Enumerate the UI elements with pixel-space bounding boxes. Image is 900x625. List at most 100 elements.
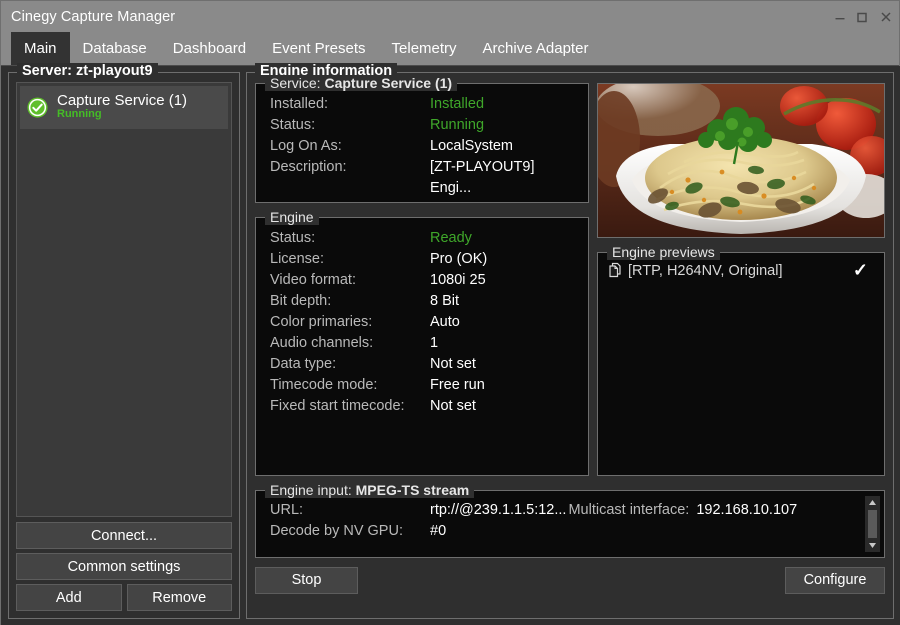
value-audio-channels: 1 — [430, 333, 438, 354]
value-timecode-mode: Free run — [430, 375, 485, 396]
value-url: rtp://@239.1.1.5:12... — [430, 500, 566, 521]
tab-dashboard[interactable]: Dashboard — [160, 32, 259, 65]
service-text: Capture Service (1) Running — [57, 93, 187, 120]
value-license: Pro (OK) — [430, 249, 487, 270]
value-engine-status: Ready — [430, 228, 472, 249]
engine-information-panel: Engine information Service: Capture Serv… — [246, 72, 894, 619]
row-installed: Installed: Installed — [270, 94, 576, 115]
video-preview-frame — [598, 84, 884, 237]
window-controls — [829, 1, 899, 32]
label-multicast-interface: Multicast interface: — [568, 500, 689, 521]
tab-bar: Main Database Dashboard Event Presets Te… — [1, 32, 899, 66]
server-panel: Server: zt-playout9 Capture Service (1) … — [8, 72, 240, 619]
copy-pages-icon — [608, 262, 623, 279]
label-decode-gpu: Decode by NV GPU: — [270, 521, 430, 542]
preview-label: [RTP, H264NV, Original] — [628, 263, 853, 279]
service-list[interactable]: Capture Service (1) Running — [16, 82, 232, 517]
engine-input-title-prefix: Engine input: — [270, 482, 356, 498]
engine-media-column: Engine previews [RTP, H264NV, Original] — [597, 83, 885, 476]
service-name: Capture Service (1) — [57, 93, 187, 109]
service-group-rows: Installed: Installed Status: Running Log… — [256, 84, 588, 209]
engine-input-title-value: MPEG-TS stream — [356, 482, 470, 498]
common-settings-button[interactable]: Common settings — [16, 553, 232, 580]
row-timecode-mode: Timecode mode: Free run — [270, 375, 576, 396]
label-status: Status: — [270, 115, 430, 136]
value-fixed-start-timecode: Not set — [430, 396, 476, 417]
engine-input-scrollbar[interactable] — [865, 496, 880, 552]
video-preview[interactable] — [597, 83, 885, 238]
tab-telemetry[interactable]: Telemetry — [379, 32, 470, 65]
service-group-title: Service: Capture Service (1) — [265, 75, 457, 91]
label-data-type: Data type: — [270, 354, 430, 375]
app-window: Cinegy Capture Manager Main Database Das… — [0, 0, 900, 625]
stop-button[interactable]: Stop — [255, 567, 358, 594]
engine-action-bar: Stop Configure — [255, 566, 885, 594]
title-bar: Cinegy Capture Manager — [1, 1, 899, 32]
service-group-title-value: Capture Service (1) — [324, 75, 452, 91]
row-engine-status: Status: Ready — [270, 228, 576, 249]
row-status: Status: Running — [270, 115, 576, 136]
engine-top-row: Service: Capture Service (1) Installed: … — [255, 83, 885, 476]
engine-group-title: Engine — [265, 209, 319, 225]
minimize-icon[interactable] — [829, 1, 851, 32]
label-description: Description: — [270, 157, 430, 199]
label-engine-status: Status: — [270, 228, 430, 249]
value-installed: Installed — [430, 94, 484, 115]
label-url: URL: — [270, 500, 430, 521]
engine-previews-group: Engine previews [RTP, H264NV, Original] — [597, 252, 885, 476]
value-bit-depth: 8 Bit — [430, 291, 459, 312]
tab-database[interactable]: Database — [70, 32, 160, 65]
service-status: Running — [57, 109, 187, 121]
value-color-primaries: Auto — [430, 312, 460, 333]
value-multicast-interface: 192.168.10.107 — [696, 500, 797, 521]
add-button[interactable]: Add — [16, 584, 122, 611]
check-circle-icon — [26, 96, 49, 119]
scrollbar-thumb[interactable] — [868, 510, 877, 538]
check-icon: ✓ — [853, 260, 868, 281]
engine-group-rows: Status: Ready License: Pro (OK) Video fo… — [256, 218, 588, 427]
configure-button[interactable]: Configure — [785, 567, 885, 594]
engine-info-column: Service: Capture Service (1) Installed: … — [255, 83, 589, 476]
add-remove-row: Add Remove — [16, 584, 232, 611]
row-video-format: Video format: 1080i 25 — [270, 270, 576, 291]
window-title: Cinegy Capture Manager — [11, 9, 829, 25]
label-video-format: Video format: — [270, 270, 430, 291]
service-group-title-prefix: Service: — [270, 75, 324, 91]
connect-button[interactable]: Connect... — [16, 522, 232, 549]
value-decode-gpu: #0 — [430, 521, 446, 542]
value-status: Running — [430, 115, 484, 136]
engine-group: Engine Status: Ready License: Pro (OK) — [255, 217, 589, 476]
row-description: Description: [ZT-PLAYOUT9] Engi... — [270, 157, 576, 199]
label-color-primaries: Color primaries: — [270, 312, 430, 333]
row-fixed-start-timecode: Fixed start timecode: Not set — [270, 396, 576, 417]
scroll-up-arrow[interactable] — [865, 496, 880, 509]
value-log-on-as: LocalSystem — [430, 136, 513, 157]
maximize-icon[interactable] — [851, 1, 873, 32]
tab-main[interactable]: Main — [11, 32, 70, 65]
label-license: License: — [270, 249, 430, 270]
engine-input-rows: URL: rtp://@239.1.1.5:12... Multicast in… — [256, 491, 884, 542]
engine-input-group: Engine input: MPEG-TS stream URL: rtp://… — [255, 490, 885, 558]
tab-archive-adapter[interactable]: Archive Adapter — [470, 32, 602, 65]
remove-button[interactable]: Remove — [127, 584, 233, 611]
row-log-on-as: Log On As: LocalSystem — [270, 136, 576, 157]
value-description: [ZT-PLAYOUT9] Engi... — [430, 157, 576, 199]
server-panel-buttons: Connect... Common settings Add Remove — [16, 522, 232, 611]
server-panel-title: Server: zt-playout9 — [17, 63, 158, 79]
row-data-type: Data type: Not set — [270, 354, 576, 375]
list-item-capture-service[interactable]: Capture Service (1) Running — [20, 86, 228, 129]
tab-event-presets[interactable]: Event Presets — [259, 32, 378, 65]
row-license: License: Pro (OK) — [270, 249, 576, 270]
row-decode-gpu: Decode by NV GPU: #0 — [270, 521, 884, 542]
label-log-on-as: Log On As: — [270, 136, 430, 157]
row-bit-depth: Bit depth: 8 Bit — [270, 291, 576, 312]
row-url: URL: rtp://@239.1.1.5:12... Multicast in… — [270, 500, 884, 521]
value-data-type: Not set — [430, 354, 476, 375]
service-group: Service: Capture Service (1) Installed: … — [255, 83, 589, 203]
scroll-down-arrow[interactable] — [865, 539, 880, 552]
label-bit-depth: Bit depth: — [270, 291, 430, 312]
main-content: Server: zt-playout9 Capture Service (1) … — [1, 66, 900, 625]
label-installed: Installed: — [270, 94, 430, 115]
close-icon[interactable] — [873, 1, 899, 32]
row-audio-channels: Audio channels: 1 — [270, 333, 576, 354]
